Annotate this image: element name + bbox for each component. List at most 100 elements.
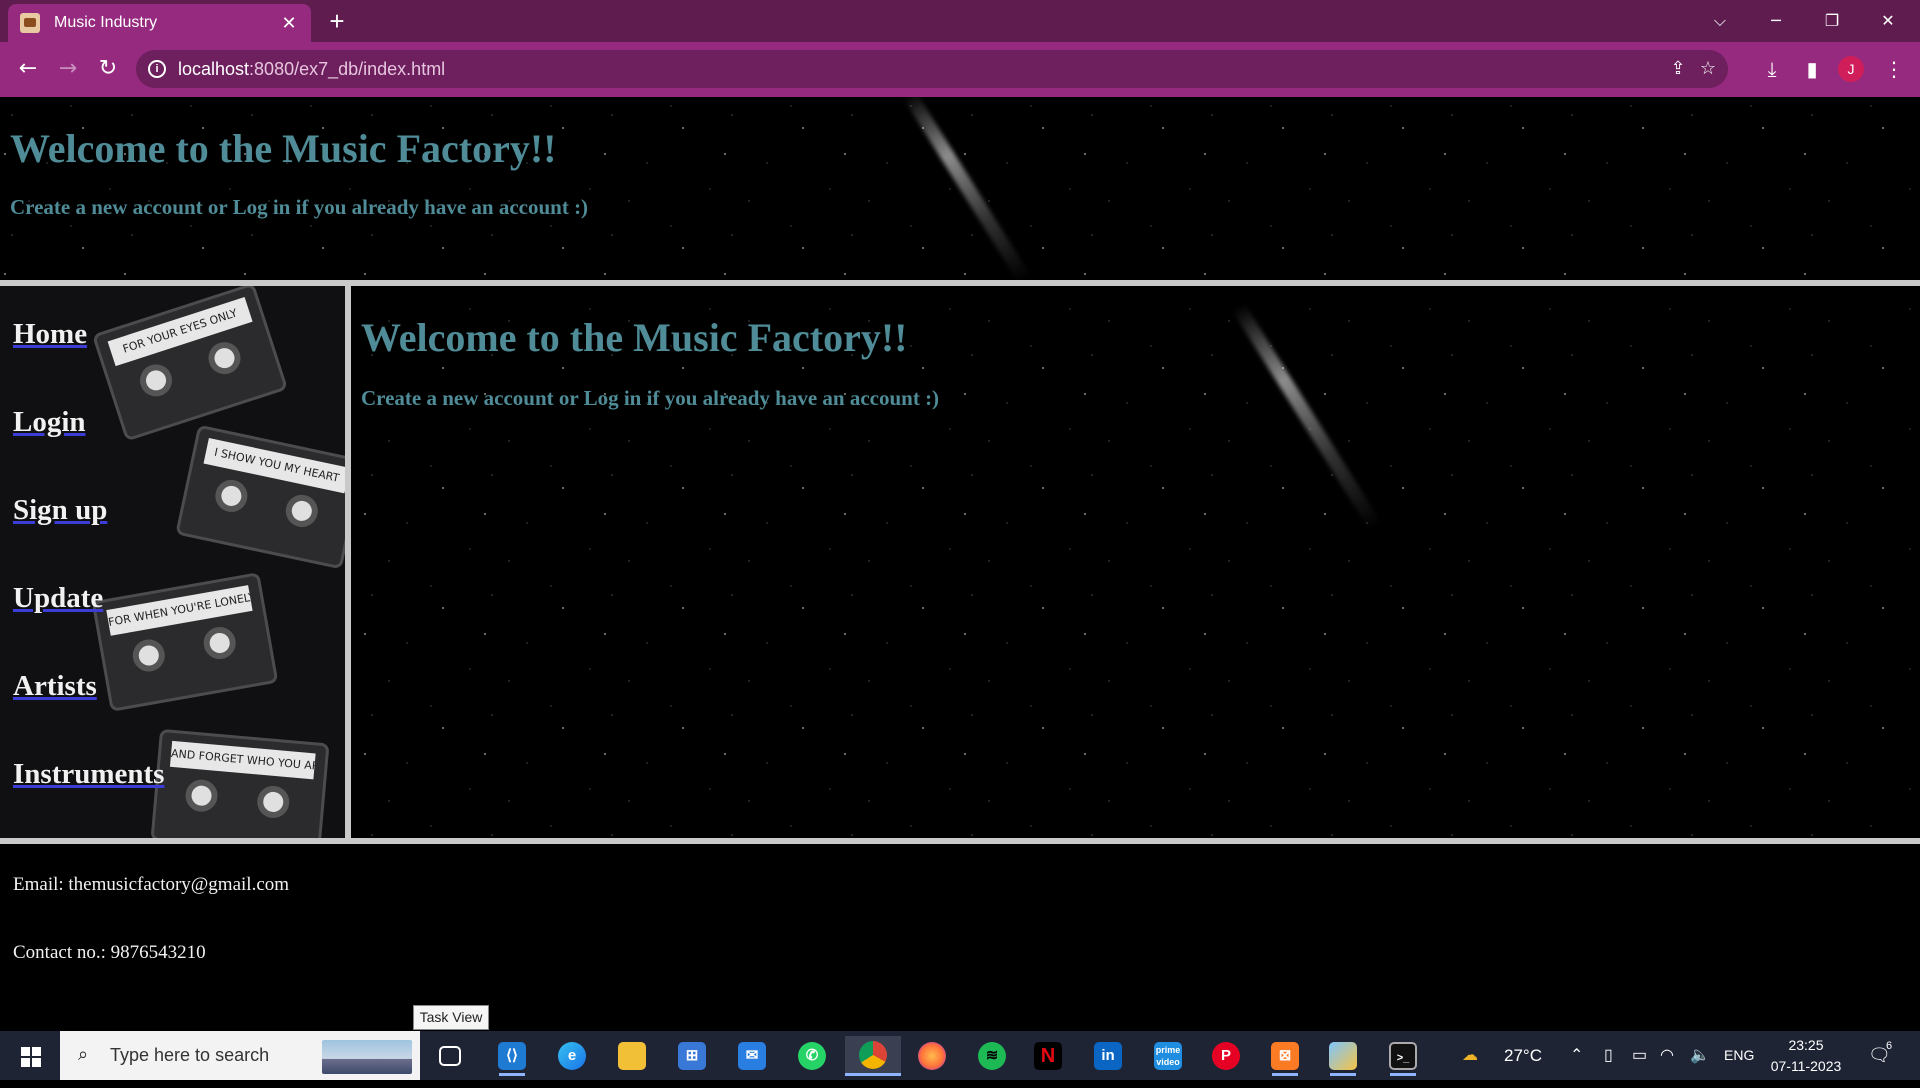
cassette-reel [212, 476, 251, 515]
prime-video-icon: prime video [1154, 1042, 1182, 1070]
share-icon[interactable]: ⇪ [1666, 57, 1690, 81]
volume-icon[interactable]: 🔈 [1690, 1031, 1710, 1080]
language-indicator[interactable]: ENG [1724, 1031, 1754, 1080]
cassette-reel [255, 784, 291, 820]
nav-link-update[interactable]: Update [13, 582, 103, 615]
back-icon[interactable]: ← [12, 53, 44, 85]
edge-icon: e [558, 1042, 586, 1070]
taskbar-app-spotify[interactable]: ≋ [969, 1036, 1015, 1076]
weather-cloud-icon: ☁ [1462, 1047, 1478, 1064]
footer-contact: Contact no.: 9876543210 [13, 942, 206, 963]
clock-time: 23:25 [1788, 1037, 1824, 1053]
footer-email: Email: themusicfactory@gmail.com [13, 874, 290, 895]
wifi-icon[interactable]: ◠ [1660, 1031, 1674, 1080]
minimize-icon[interactable]: ─ [1748, 4, 1804, 38]
site-info-icon[interactable]: i [148, 60, 166, 78]
download-icon[interactable]: ⤓ [1758, 55, 1786, 83]
tab-title: Music Industry [54, 14, 158, 31]
spotify-icon: ≋ [978, 1042, 1006, 1070]
paint-icon [1329, 1042, 1357, 1070]
taskbar-app-paint[interactable] [1320, 1036, 1366, 1076]
taskbar-app-firefox[interactable] [909, 1036, 955, 1076]
taskbar-app-pinterest[interactable]: P [1203, 1036, 1249, 1076]
taskbar-app-linkedin[interactable]: in [1085, 1036, 1131, 1076]
mail-icon: ✉ [738, 1042, 766, 1070]
running-indicator [1330, 1073, 1356, 1076]
terminal-icon: >_ [1389, 1042, 1417, 1070]
header-frame: Welcome to the Music Factory!! Create a … [0, 97, 1920, 280]
taskbar-app-netflix[interactable]: N [1025, 1036, 1071, 1076]
task-view-button[interactable] [427, 1036, 473, 1076]
taskbar-search-box[interactable]: ⌕ Type here to search [60, 1031, 420, 1080]
tab-search-icon[interactable]: ⌵ [1692, 4, 1748, 38]
cassette-reel [201, 624, 239, 662]
firefox-icon [918, 1042, 946, 1070]
nav-link-login[interactable]: Login [13, 406, 86, 439]
reload-icon[interactable]: ↻ [92, 53, 124, 85]
vscode-icon: ⟨⟩ [498, 1042, 526, 1070]
taskbar-app-chrome[interactable] [845, 1036, 901, 1076]
footer-frame: Email: themusicfactory@gmail.com Contact… [0, 844, 1920, 1031]
cassette-reel [135, 360, 177, 401]
weather-widget[interactable]: ☁ [1462, 1031, 1478, 1080]
close-tab-icon[interactable]: ✕ [279, 13, 299, 34]
side-panel-icon[interactable]: ▮ [1798, 55, 1826, 83]
whatsapp-icon: ✆ [798, 1042, 826, 1070]
cassette-reel [204, 337, 245, 379]
nav-link-home[interactable]: Home [13, 318, 87, 351]
cassette-reel [130, 636, 168, 675]
store-icon: ⊞ [678, 1042, 706, 1070]
netflix-icon: N [1034, 1042, 1062, 1070]
browser-tab-bar: Music Industry ✕ + ⌵ ─ ❐ ✕ [0, 0, 1920, 42]
task-view-tooltip: Task View [413, 1005, 489, 1030]
taskbar-app-xampp[interactable]: ⊠ [1262, 1036, 1308, 1076]
menu-kebab-icon[interactable]: ⋮ [1880, 55, 1908, 83]
restore-icon[interactable]: ❐ [1804, 4, 1860, 38]
cassette-image: FOR YOUR EYES ONLY [91, 286, 289, 442]
nav-link-sign-up[interactable]: Sign up [13, 494, 107, 527]
pinterest-icon: P [1212, 1042, 1240, 1070]
nav-link-instruments[interactable]: Instruments [13, 758, 164, 791]
taskbar-app-edge[interactable]: e [549, 1036, 595, 1076]
weather-temperature[interactable]: 27°C [1504, 1031, 1542, 1080]
chrome-icon [859, 1040, 887, 1069]
search-highlight-image [322, 1040, 412, 1074]
device-icon[interactable]: ▯ [1604, 1031, 1613, 1080]
main-subtitle: Create a new account or Log in if you al… [361, 386, 940, 410]
favicon-icon [20, 13, 40, 33]
cassette-reel [282, 491, 321, 530]
browser-tab[interactable]: Music Industry ✕ [8, 4, 311, 42]
cassette-reel [184, 778, 219, 813]
url-text[interactable]: localhost:8080/ex7_db/index.html [178, 59, 445, 80]
show-hidden-icons-chevron-icon[interactable]: ⌃ [1570, 1031, 1583, 1080]
taskbar-app-whatsapp[interactable]: ✆ [789, 1036, 835, 1076]
nav-link-artists[interactable]: Artists [13, 670, 97, 703]
bookmark-star-icon[interactable]: ☆ [1696, 57, 1720, 81]
main-title: Welcome to the Music Factory!! [361, 315, 908, 360]
running-indicator [499, 1073, 525, 1076]
taskbar-app-prime-video[interactable]: prime video [1145, 1036, 1191, 1076]
profile-avatar[interactable]: J [1838, 56, 1864, 82]
cassette-image: FOR WHEN YOU'RE LONELY [91, 572, 279, 712]
forward-icon[interactable]: → [52, 53, 84, 85]
cassette-image: I SHOW YOU MY HEART [175, 424, 345, 570]
close-window-icon[interactable]: ✕ [1860, 4, 1916, 38]
address-bar[interactable]: i localhost:8080/ex7_db/index.html ⇪ ☆ [136, 50, 1728, 88]
new-tab-button[interactable]: + [322, 6, 352, 36]
notification-count: 6 [1886, 1040, 1893, 1052]
start-button[interactable] [8, 1037, 52, 1075]
url-path: :8080/ex7_db/index.html [249, 59, 446, 79]
taskbar-app-mail[interactable]: ✉ [729, 1036, 775, 1076]
header-title: Welcome to the Music Factory!! [10, 126, 557, 171]
taskbar-app-terminal[interactable]: >_ [1380, 1036, 1426, 1076]
xampp-icon: ⊠ [1271, 1042, 1299, 1070]
taskbar-app-vscode[interactable]: ⟨⟩ [489, 1036, 535, 1076]
web-page: Welcome to the Music Factory!! Create a … [0, 97, 1920, 1031]
taskbar-app-store[interactable]: ⊞ [669, 1036, 715, 1076]
search-placeholder: Type here to search [110, 1045, 270, 1065]
system-clock[interactable]: 23:25 07-11-2023 [1766, 1035, 1846, 1077]
taskbar-app-file-explorer[interactable] [609, 1036, 655, 1076]
running-indicator [1272, 1073, 1298, 1076]
cassette-image: AND FORGET WHO YOU ARE [150, 728, 330, 838]
battery-icon[interactable]: ▭ [1632, 1031, 1647, 1080]
